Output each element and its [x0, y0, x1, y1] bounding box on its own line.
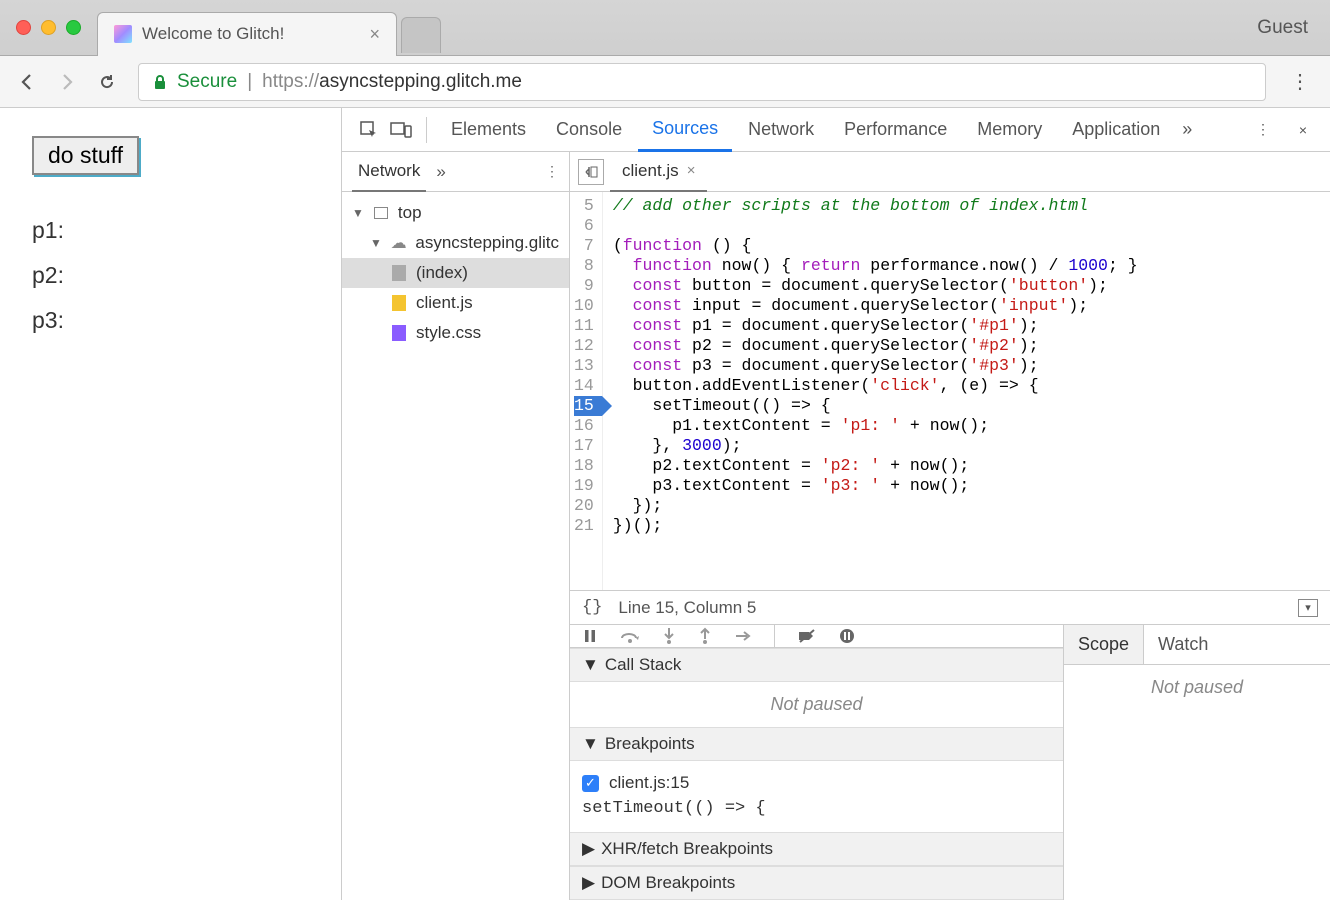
p1-text: p1:	[32, 217, 309, 244]
scope-state: Not paused	[1064, 665, 1330, 710]
browser-tab-strip: Welcome to Glitch! × Guest	[0, 0, 1330, 56]
close-tab-icon[interactable]: ×	[369, 24, 380, 45]
step-out-icon[interactable]	[698, 627, 712, 645]
lock-icon	[153, 74, 167, 90]
p2-text: p2:	[32, 262, 309, 289]
collapse-panel-icon[interactable]: ▾	[1298, 599, 1318, 617]
tab-memory[interactable]: Memory	[963, 108, 1056, 152]
favicon-icon	[114, 25, 132, 43]
xhr-breakpoints-header[interactable]: ▶XHR/fetch Breakpoints	[570, 832, 1063, 866]
file-tree: ▼ top ▼ ☁ asyncstepping.glitc (index)	[342, 192, 569, 900]
tree-file-index[interactable]: (index)	[342, 258, 569, 288]
p3-text: p3:	[32, 307, 309, 334]
editor-nav-icon[interactable]	[578, 159, 604, 185]
caret-down-icon: ▼	[370, 236, 382, 250]
dom-breakpoints-header[interactable]: ▶DOM Breakpoints	[570, 866, 1063, 900]
tab-sources[interactable]: Sources	[638, 108, 732, 152]
address-bar[interactable]: Secure | https://asyncstepping.glitch.me	[138, 63, 1266, 101]
line-gutter[interactable]: 56789101112131415161718192021	[570, 192, 603, 590]
checkbox-checked-icon[interactable]: ✓	[582, 775, 599, 792]
devtools-menu-icon[interactable]: ⋮	[1248, 115, 1278, 145]
cloud-icon: ☁	[390, 234, 407, 252]
breakpoints-header[interactable]: ▼Breakpoints	[570, 727, 1063, 761]
new-tab-button[interactable]	[401, 17, 441, 53]
close-window-icon[interactable]	[16, 20, 31, 35]
back-button[interactable]	[10, 65, 44, 99]
do-stuff-button[interactable]: do stuff	[32, 136, 139, 175]
debugger-panes: ▼Call Stack Not paused ▼Breakpoints ✓ cl…	[570, 624, 1330, 900]
css-file-icon	[392, 325, 406, 341]
code-content[interactable]: // add other scripts at the bottom of in…	[603, 192, 1148, 590]
tab-title: Welcome to Glitch!	[142, 24, 284, 44]
profile-label[interactable]: Guest	[1257, 17, 1308, 39]
devtools-panel: Elements Console Sources Network Perform…	[342, 108, 1330, 900]
tree-frame-top[interactable]: ▼ top	[342, 198, 569, 228]
devtools-tab-bar: Elements Console Sources Network Perform…	[342, 108, 1330, 152]
js-file-icon	[392, 295, 406, 311]
step-over-icon[interactable]	[620, 628, 640, 644]
cursor-position: Line 15, Column 5	[618, 598, 756, 618]
step-icon[interactable]	[734, 629, 752, 643]
browser-tab[interactable]: Welcome to Glitch! ×	[97, 12, 397, 56]
navigator-more-icon[interactable]: »	[436, 162, 445, 182]
sources-navigator: Network » ⋮ ▼ top ▼ ☁ asyncstepping.glit…	[342, 152, 570, 900]
source-editor: client.js × 5678910111213141516171819202…	[570, 152, 1330, 900]
page-viewport: do stuff p1: p2: p3:	[0, 108, 342, 900]
minimize-window-icon[interactable]	[41, 20, 56, 35]
tree-file-stylecss[interactable]: style.css	[342, 318, 569, 348]
pretty-print-icon[interactable]: {}	[582, 598, 602, 617]
maximize-window-icon[interactable]	[66, 20, 81, 35]
caret-down-icon: ▼	[352, 206, 364, 220]
close-devtools-icon[interactable]: ×	[1288, 115, 1318, 145]
file-icon	[392, 265, 406, 281]
breakpoint-entry[interactable]: ✓ client.js:15	[582, 769, 1051, 797]
watch-tab[interactable]: Watch	[1144, 625, 1222, 664]
tab-application[interactable]: Application	[1058, 108, 1174, 152]
step-into-icon[interactable]	[662, 627, 676, 645]
editor-tab-clientjs[interactable]: client.js ×	[610, 152, 707, 192]
inspect-element-icon[interactable]	[354, 115, 384, 145]
pause-icon[interactable]	[582, 628, 598, 644]
browser-menu-icon[interactable]: ⋮	[1280, 69, 1320, 94]
tree-file-clientjs[interactable]: client.js	[342, 288, 569, 318]
call-stack-header[interactable]: ▼Call Stack	[570, 648, 1063, 682]
caret-right-icon: ▶	[582, 839, 595, 859]
caret-down-icon: ▼	[582, 655, 599, 675]
frame-icon	[374, 207, 388, 219]
deactivate-breakpoints-icon[interactable]	[797, 628, 817, 644]
more-tabs-icon[interactable]: »	[1182, 119, 1192, 140]
pause-on-exceptions-icon[interactable]	[839, 628, 855, 644]
caret-right-icon: ▶	[582, 873, 595, 893]
navigator-menu-icon[interactable]: ⋮	[545, 163, 559, 180]
url-text: https://asyncstepping.glitch.me	[262, 71, 522, 93]
call-stack-state: Not paused	[570, 682, 1063, 727]
close-editor-tab-icon[interactable]: ×	[687, 162, 696, 179]
browser-toolbar: Secure | https://asyncstepping.glitch.me…	[0, 56, 1330, 108]
reload-button[interactable]	[90, 65, 124, 99]
secure-label: Secure	[177, 71, 237, 93]
tab-elements[interactable]: Elements	[437, 108, 540, 152]
tab-network[interactable]: Network	[734, 108, 828, 152]
scope-tab[interactable]: Scope	[1064, 625, 1144, 664]
tab-console[interactable]: Console	[542, 108, 636, 152]
device-toolbar-icon[interactable]	[386, 115, 416, 145]
navigator-tab-network[interactable]: Network	[352, 152, 426, 192]
forward-button[interactable]	[50, 65, 84, 99]
caret-down-icon: ▼	[582, 734, 599, 754]
editor-status-bar: {} Line 15, Column 5 ▾	[570, 590, 1330, 624]
tree-domain[interactable]: ▼ ☁ asyncstepping.glitc	[342, 228, 569, 258]
window-controls	[16, 20, 81, 35]
debugger-toolbar	[570, 625, 1063, 648]
breakpoint-code-preview: setTimeout(() => {	[582, 797, 1051, 824]
tab-performance[interactable]: Performance	[830, 108, 961, 152]
